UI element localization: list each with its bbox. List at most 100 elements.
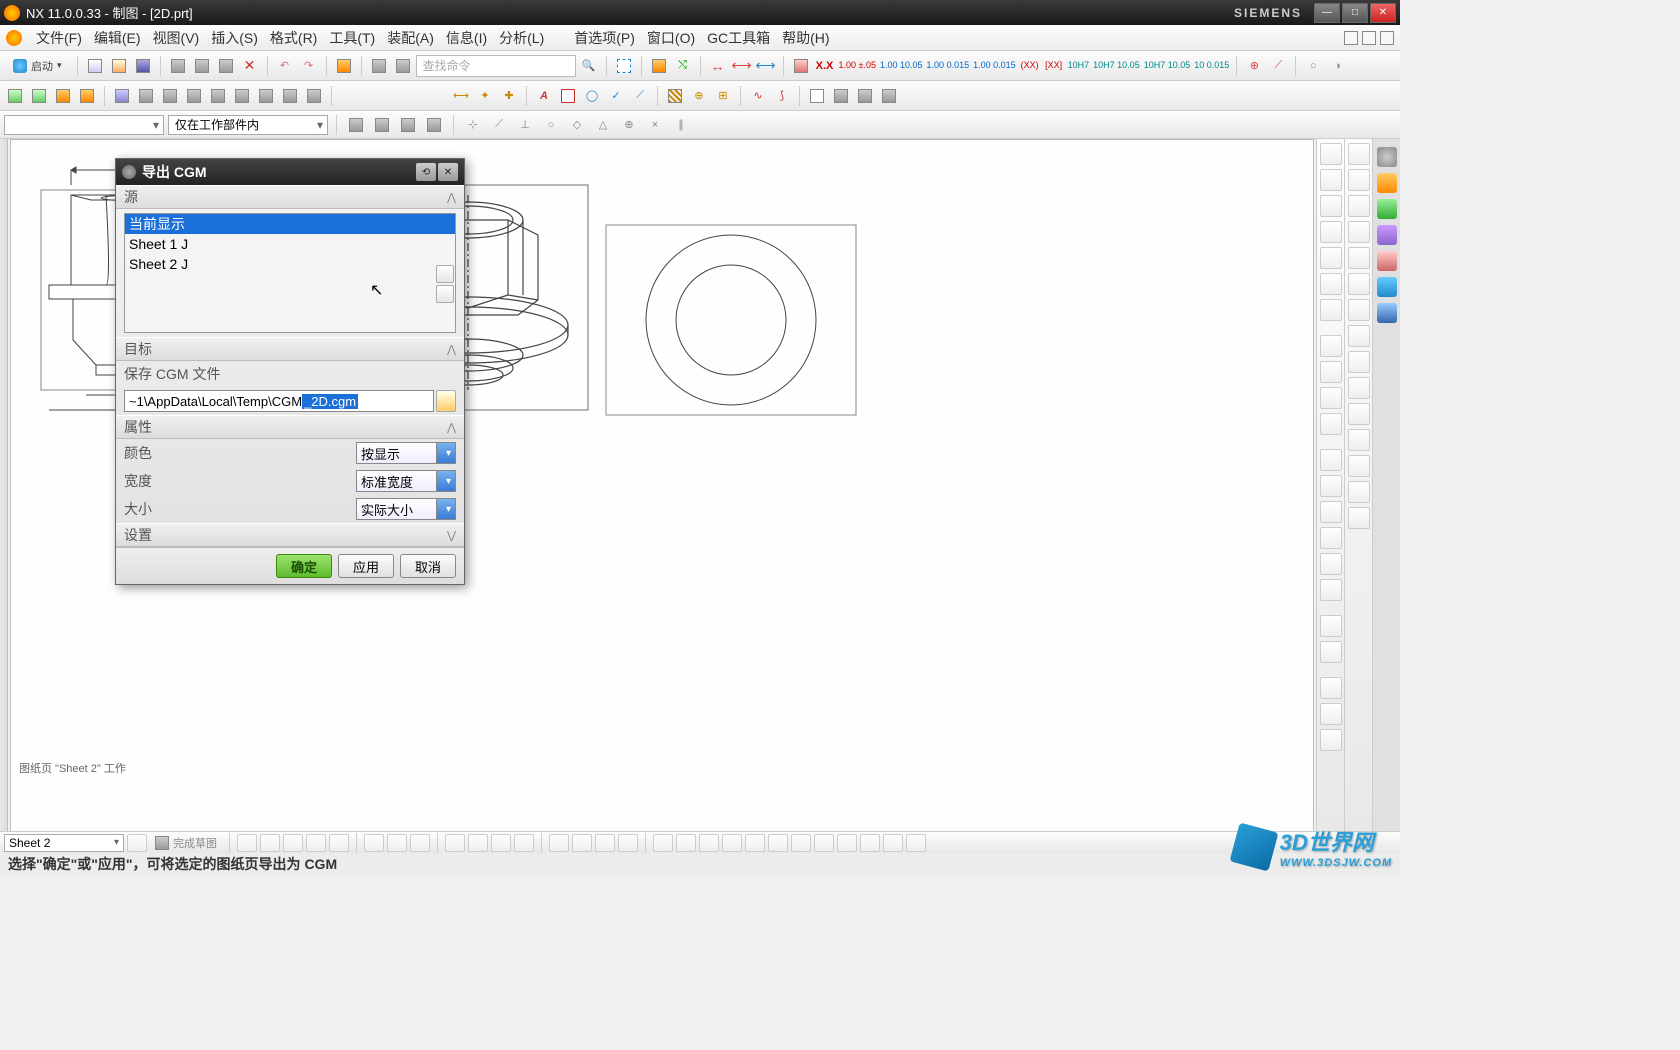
menu-file[interactable]: 文件(F) [30, 28, 88, 48]
tol-6[interactable]: [XX] [1043, 55, 1065, 77]
prop-color-combo[interactable]: 按显示 [356, 442, 456, 464]
rtool2-10[interactable] [1348, 377, 1370, 399]
menu-help[interactable]: 帮助(H) [776, 28, 835, 48]
dim-tool-1[interactable]: ↔ [707, 55, 729, 77]
center-1[interactable]: ⊕ [688, 85, 710, 107]
snap-2[interactable]: ⟋ [488, 114, 510, 136]
rtool-15[interactable] [1320, 527, 1342, 549]
rtool-20[interactable] [1320, 677, 1342, 699]
sk-spline[interactable] [306, 834, 326, 852]
bbtn-1[interactable] [127, 834, 147, 852]
start-button[interactable]: 启动▾ [4, 55, 71, 77]
rtool2-6[interactable] [1348, 273, 1370, 295]
text-A[interactable]: A [533, 85, 555, 107]
list-item[interactable]: 当前显示 [125, 214, 455, 234]
dim-star[interactable]: ✦ [474, 85, 496, 107]
rtool-19[interactable] [1320, 641, 1342, 663]
rtool2-9[interactable] [1348, 351, 1370, 373]
section-source[interactable]: 源⋀ [116, 185, 464, 209]
sheet-combo[interactable]: Sheet 2 [4, 834, 124, 852]
sel-4[interactable] [423, 114, 445, 136]
sk-con6[interactable] [768, 834, 788, 852]
rtool2-15[interactable] [1348, 507, 1370, 529]
menu-view[interactable]: 视图(V) [147, 28, 206, 48]
res-2[interactable] [1377, 173, 1397, 193]
dim-h[interactable]: ⟷ [450, 85, 472, 107]
menu-tools[interactable]: 工具(T) [323, 28, 381, 48]
sk-arc[interactable] [260, 834, 280, 852]
xx-label[interactable]: X.X [814, 55, 836, 77]
assy-9[interactable] [303, 85, 325, 107]
undo-button[interactable]: ↶ [274, 55, 296, 77]
rtool2-14[interactable] [1348, 481, 1370, 503]
rtool-16[interactable] [1320, 553, 1342, 575]
sk-con11[interactable] [883, 834, 903, 852]
sk-line[interactable] [237, 834, 257, 852]
sk-con9[interactable] [837, 834, 857, 852]
res-3[interactable] [1377, 199, 1397, 219]
sym-4[interactable]: ◑ [1326, 55, 1348, 77]
assy-3[interactable] [159, 85, 181, 107]
table-1[interactable] [806, 85, 828, 107]
menu-gc-toolbox[interactable]: GC工具箱 [701, 28, 776, 48]
snap-9[interactable]: ∥ [670, 114, 692, 136]
cancel-button[interactable]: 取消 [400, 554, 456, 578]
mdi-close-icon[interactable] [1380, 31, 1394, 45]
rtool-4[interactable] [1320, 221, 1342, 243]
sk-rect[interactable] [364, 834, 384, 852]
rtool-1[interactable] [1320, 143, 1342, 165]
view-1[interactable] [4, 85, 26, 107]
search-button[interactable]: 🔍 [578, 55, 600, 77]
layer-button[interactable] [648, 55, 670, 77]
new-button[interactable] [84, 55, 106, 77]
table-3[interactable] [854, 85, 876, 107]
tol-2[interactable]: 1.00 10.05 [879, 55, 924, 77]
sel-1[interactable] [345, 114, 367, 136]
sk-chamfer[interactable] [468, 834, 488, 852]
sk-poly[interactable] [387, 834, 407, 852]
snap-3[interactable]: ⊥ [514, 114, 536, 136]
rtool2-3[interactable] [1348, 195, 1370, 217]
dim-tool-2[interactable]: ⟷ [731, 55, 753, 77]
hatch[interactable] [664, 85, 686, 107]
sk-dim4[interactable] [618, 834, 638, 852]
assy-4[interactable] [183, 85, 205, 107]
tol-3[interactable]: 1.00 0.015 [926, 55, 971, 77]
center-2[interactable]: ⊞ [712, 85, 734, 107]
snap-4[interactable]: ○ [540, 114, 562, 136]
rtool-12[interactable] [1320, 449, 1342, 471]
menu-analysis[interactable]: 分析(L) [493, 28, 550, 48]
prop-size-combo[interactable]: 实际大小 [356, 498, 456, 520]
cut-button[interactable] [167, 55, 189, 77]
sk-fillet[interactable] [445, 834, 465, 852]
tol-1[interactable]: 1.00 ±.05 [838, 55, 877, 77]
maximize-button[interactable]: □ [1342, 3, 1368, 23]
rtool2-4[interactable] [1348, 221, 1370, 243]
table-4[interactable] [878, 85, 900, 107]
paste-button[interactable] [215, 55, 237, 77]
sk-con8[interactable] [814, 834, 834, 852]
tool-c[interactable] [392, 55, 414, 77]
view-4[interactable] [76, 85, 98, 107]
sk-extend[interactable] [514, 834, 534, 852]
rtool-10[interactable] [1320, 387, 1342, 409]
rtool2-11[interactable] [1348, 403, 1370, 425]
tool-a[interactable] [333, 55, 355, 77]
section-settings[interactable]: 设置⋁ [116, 523, 464, 547]
tol-8[interactable]: 10H7 10.05 [1092, 55, 1141, 77]
sk-con3[interactable] [699, 834, 719, 852]
sk-con1[interactable] [653, 834, 673, 852]
filter-scope-combo[interactable]: 仅在工作部件内 [168, 115, 328, 135]
source-listbox[interactable]: 当前显示 Sheet 1 J Sheet 2 J [124, 213, 456, 333]
redo-button[interactable]: ↷ [298, 55, 320, 77]
rtool-7[interactable] [1320, 299, 1342, 321]
menu-window[interactable]: 窗口(O) [641, 28, 701, 48]
res-6[interactable] [1377, 277, 1397, 297]
sk-con12[interactable] [906, 834, 926, 852]
dialog-reset-button[interactable]: ⟲ [416, 163, 436, 181]
dialog-titlebar[interactable]: 导出 CGM ⟲ ✕ [116, 159, 464, 185]
sk-dim3[interactable] [595, 834, 615, 852]
sk-con7[interactable] [791, 834, 811, 852]
assy-1[interactable] [111, 85, 133, 107]
sel-3[interactable] [397, 114, 419, 136]
